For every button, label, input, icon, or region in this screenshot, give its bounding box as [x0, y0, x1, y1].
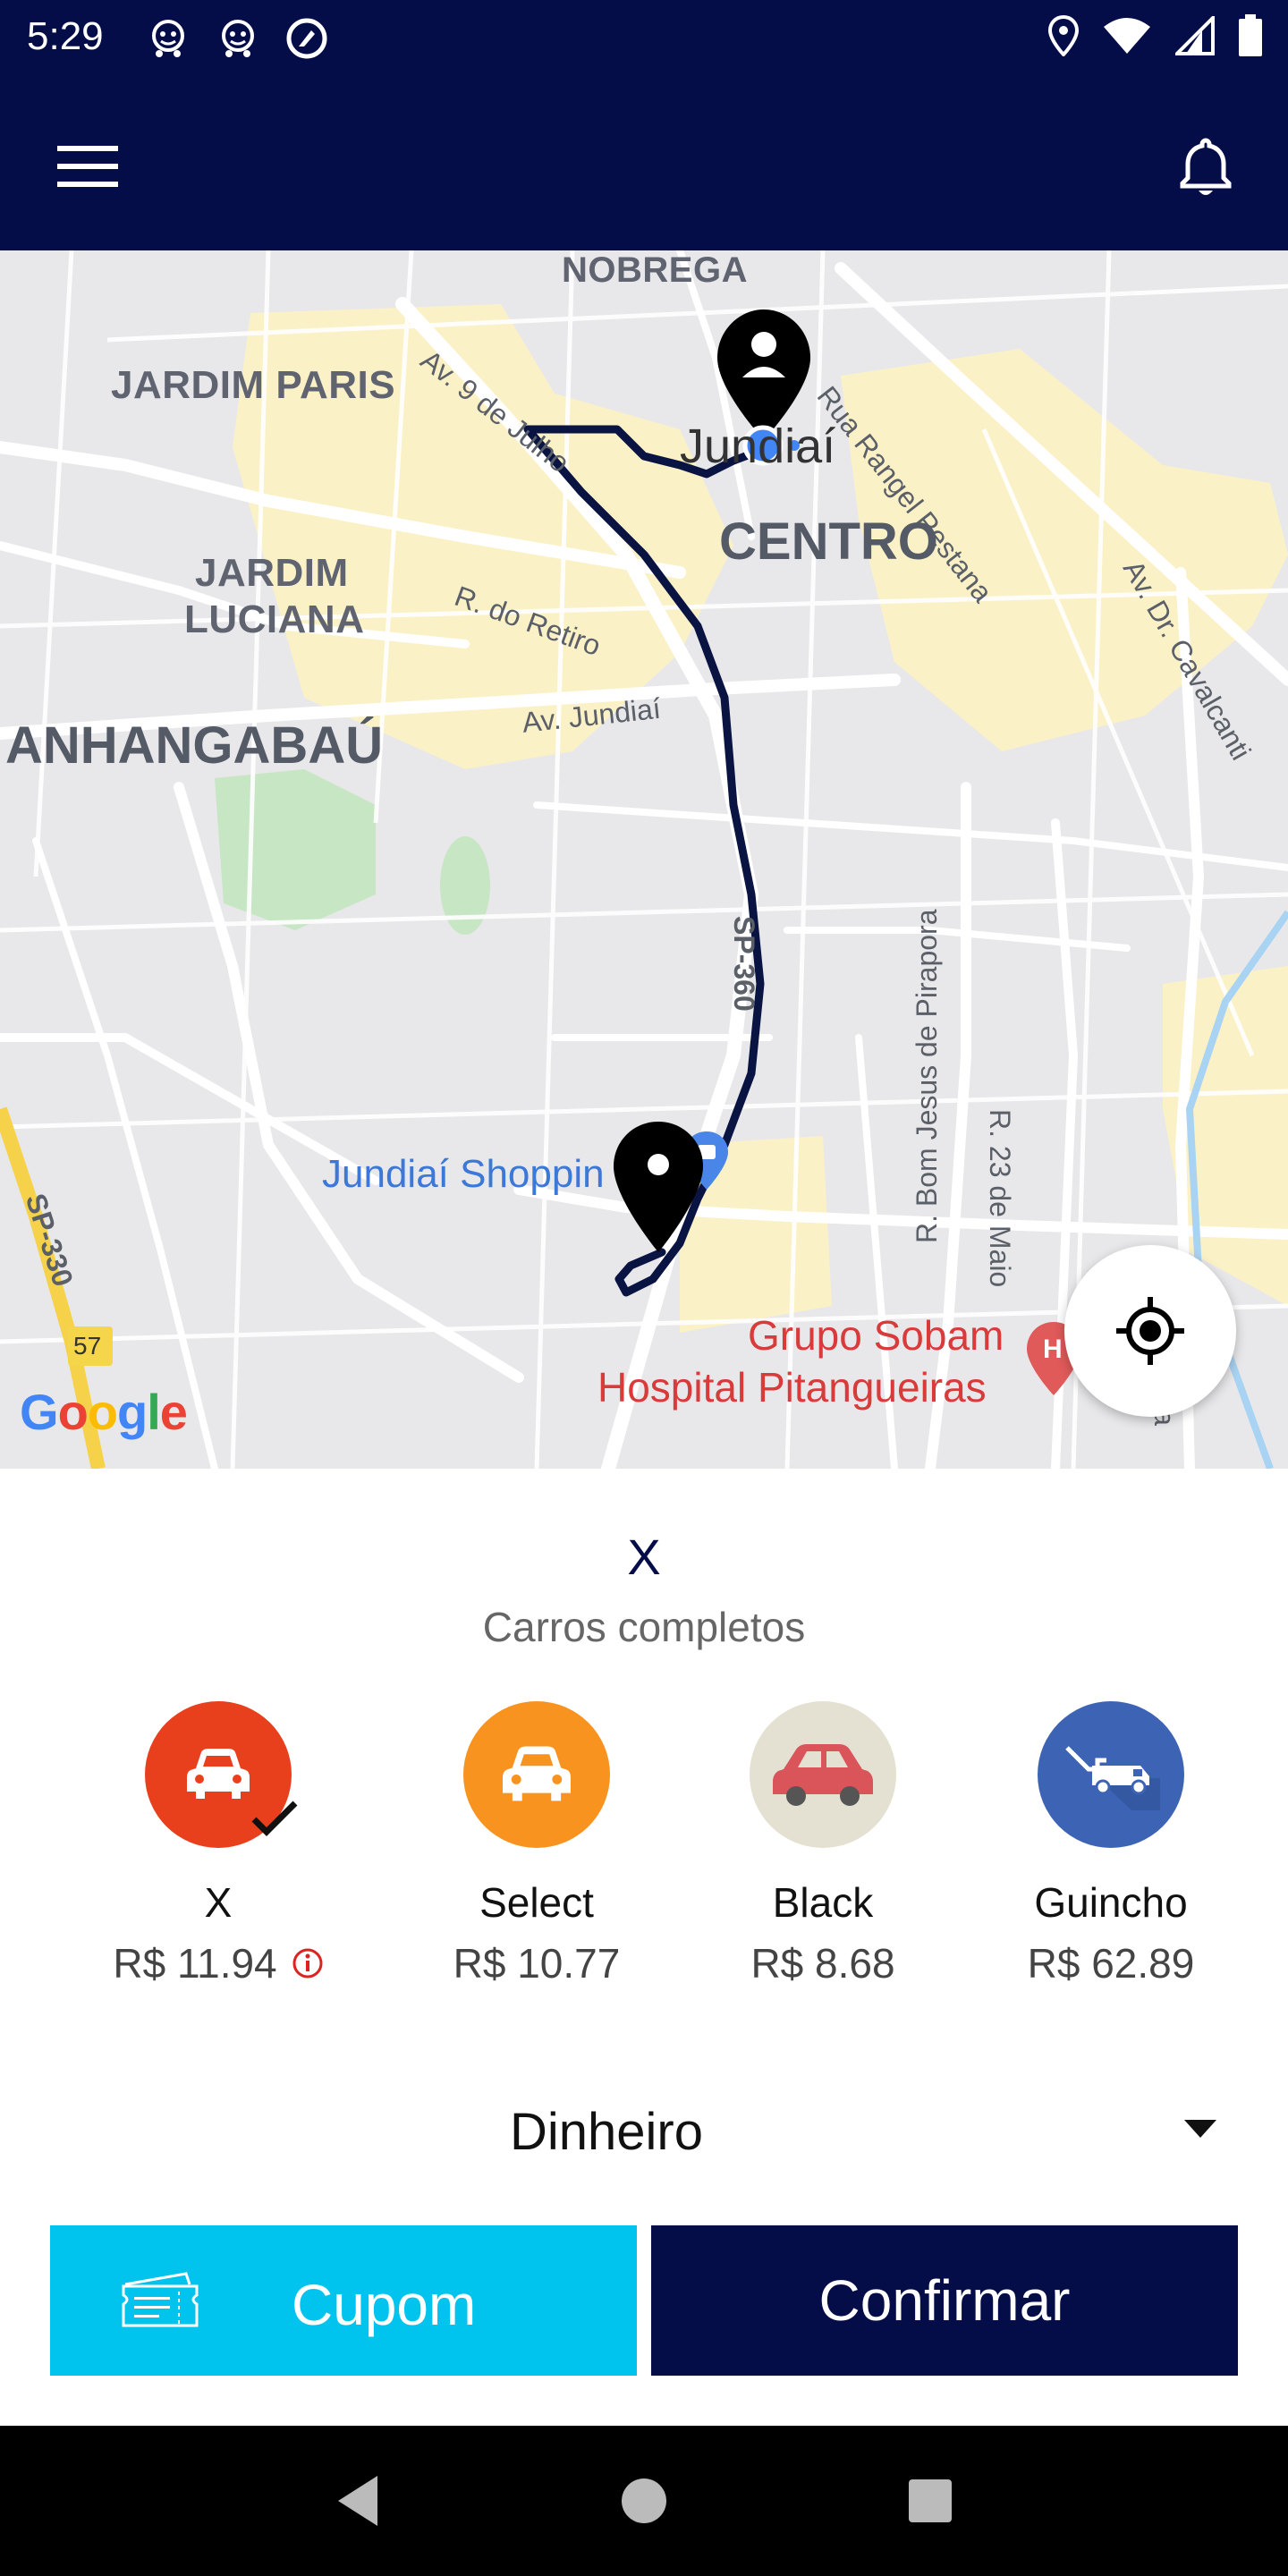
back-triangle-icon [338, 2476, 377, 2526]
car-icon [773, 1744, 873, 1806]
selected-service-title: X [627, 1529, 661, 1585]
map-view[interactable]: H NOBREGA JARDIM PARIS Rua Rangel Pestan… [0, 250, 1288, 1469]
home-circle-icon [622, 2479, 666, 2523]
map-label-grupo-sobam[interactable]: Grupo Sobam [748, 1311, 1004, 1360]
car-black-price-row: R$ 8.68 [680, 1939, 966, 1987]
car-option-black[interactable]: Black R$ 8.68 [680, 1701, 966, 1987]
nav-recents-button[interactable] [881, 2452, 979, 2550]
payment-method-label: Dinheiro [510, 2103, 703, 2161]
status-notification-icons [145, 16, 329, 61]
svg-text:H: H [1043, 1335, 1063, 1364]
tow-truck-icon [1065, 1746, 1160, 1810]
my-location-icon [1116, 1297, 1184, 1365]
car-black-price: R$ 8.68 [750, 1940, 895, 1987]
map-label-jardim-luciana: JARDIM [195, 551, 349, 595]
car-select-price-row: R$ 10.77 [394, 1939, 680, 1987]
car-option-x[interactable]: X R$ 11.94 [75, 1701, 361, 1987]
map-label-jundiai-shopping[interactable]: Jundiaí Shoppin [322, 1152, 605, 1197]
ride-options-sheet: X Carros completos X R$ 11.94 Select R$ … [0, 1469, 1288, 2426]
nav-back-button[interactable] [309, 2452, 407, 2550]
coupon-button-label: Cupom [292, 2273, 477, 2337]
car-select-price: R$ 10.77 [453, 1940, 621, 1987]
confirm-button[interactable]: Confirmar [651, 2225, 1238, 2376]
map-label-nobrega: NOBREGA [562, 250, 748, 290]
status-system-icons [1048, 14, 1263, 57]
nav-home-button[interactable] [595, 2452, 693, 2550]
map-label-r-bom-jesus: R. Bom Jesus de Pirapora [911, 909, 943, 1244]
cast-icon [286, 18, 327, 59]
waze-icon [222, 20, 254, 57]
map-label-anhangabau: ANHANGABAÚ [5, 716, 384, 775]
battery-icon [1239, 14, 1262, 56]
notifications-button[interactable] [1159, 122, 1252, 215]
waze-icon [152, 20, 184, 57]
map-label-sp-360: SP-360 [728, 916, 760, 1012]
google-logo: Google [20, 1384, 188, 1440]
map-label-jundiai: Jundiaí [680, 419, 836, 473]
car-black-name: Black [772, 1879, 874, 1926]
ticket-icon [122, 2272, 199, 2327]
car-guincho-price: R$ 62.89 [1027, 1940, 1195, 1987]
car-option-guincho[interactable]: Guincho R$ 62.89 [968, 1701, 1254, 1987]
confirm-button-label: Confirmar [818, 2268, 1071, 2333]
menu-button[interactable] [41, 123, 134, 209]
info-icon[interactable] [292, 1947, 324, 1979]
car-select-circle [463, 1701, 610, 1848]
check-icon [251, 1801, 298, 1836]
payment-method-dropdown[interactable]: Dinheiro [0, 2086, 1288, 2184]
car-guincho-price-row: R$ 62.89 [968, 1939, 1254, 1987]
dropdown-caret-icon [1184, 2120, 1216, 2138]
recents-square-icon [909, 2479, 952, 2522]
app-bar [0, 75, 1288, 250]
coupon-button[interactable]: Cupom [50, 2225, 637, 2376]
status-bar: 5:29 [0, 0, 1288, 75]
selected-service-subtitle: Carros completos [482, 1604, 806, 1650]
signal-icon [1175, 16, 1215, 55]
car-x-name: X [204, 1879, 233, 1926]
my-location-button[interactable] [1064, 1245, 1236, 1417]
map-label-jardim-luciana-2: LUCIANA [184, 597, 365, 641]
map-label-centro: CENTRO [719, 513, 938, 571]
car-guincho-circle [1038, 1701, 1184, 1848]
hamburger-menu-icon [57, 146, 118, 187]
wifi-icon [1104, 18, 1150, 54]
car-icon [187, 1749, 250, 1799]
bell-icon [1180, 138, 1232, 195]
car-x-price-row: R$ 11.94 [75, 1939, 361, 1987]
car-black-circle [750, 1701, 896, 1848]
map-label-hospital-pitangueiras[interactable]: Hospital Pitangueiras [597, 1363, 987, 1411]
car-guincho-name: Guincho [1034, 1879, 1188, 1926]
map-label-r-23-de-maio: R. 23 de Maio [984, 1109, 1016, 1288]
map-label-road-57: 57 [73, 1332, 102, 1360]
car-option-select[interactable]: Select R$ 10.77 [394, 1701, 680, 1987]
location-icon [1048, 15, 1079, 56]
car-x-price: R$ 11.94 [113, 1940, 277, 1987]
map-label-jardim-paris: JARDIM PARIS [111, 363, 396, 407]
system-nav-bar [0, 2426, 1288, 2576]
car-options: X R$ 11.94 Select R$ 10.77 Black R$ 8.68… [0, 1701, 1288, 2041]
car-icon [503, 1746, 571, 1801]
car-x-circle [145, 1701, 298, 1848]
status-time: 5:29 [27, 14, 104, 58]
car-select-name: Select [479, 1879, 594, 1926]
